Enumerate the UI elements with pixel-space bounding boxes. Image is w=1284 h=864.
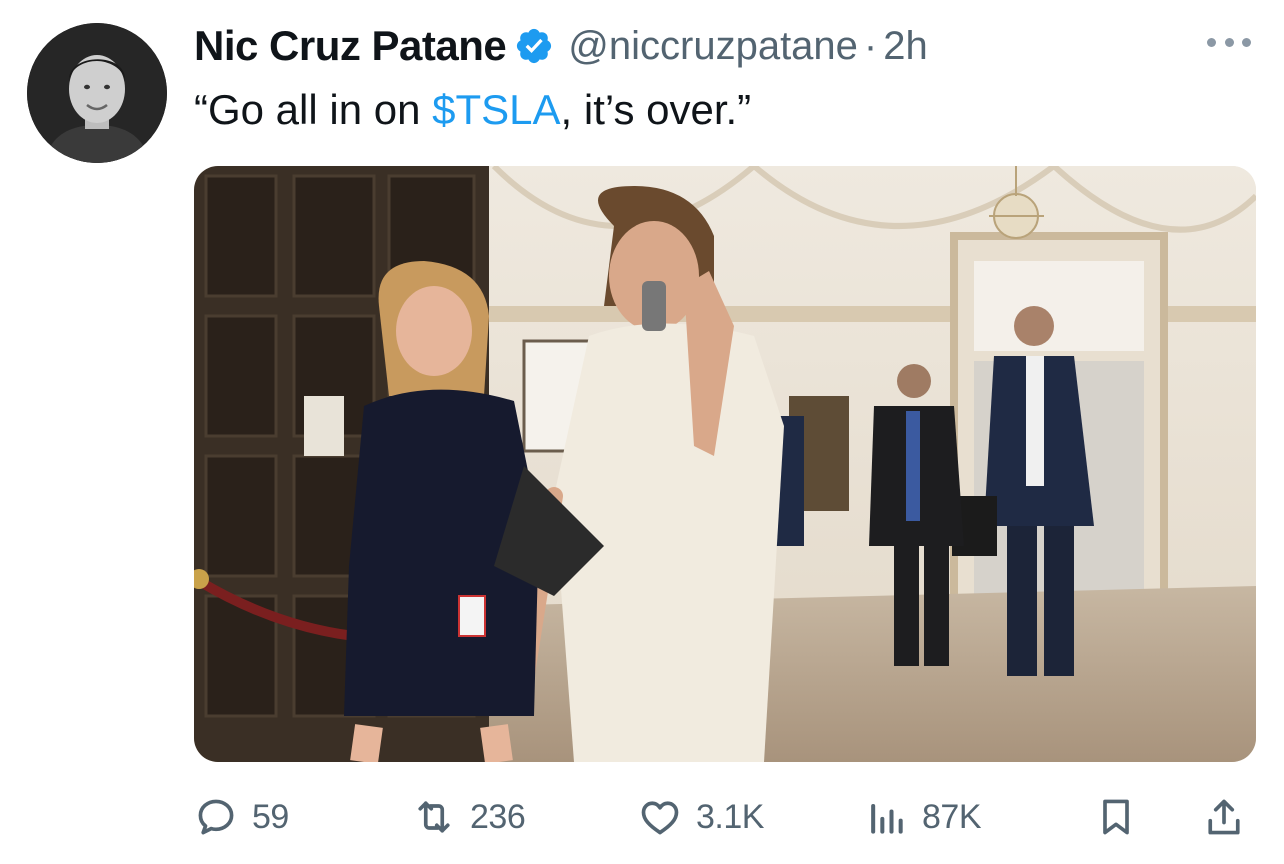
tweet-header: Nic Cruz Patane @niccruzpatane · 2h bbox=[194, 20, 928, 72]
author-name[interactable]: Nic Cruz Patane bbox=[194, 22, 507, 70]
bookmark-button[interactable] bbox=[1094, 790, 1152, 844]
views-chart-icon bbox=[871, 803, 903, 834]
reply-count: 59 bbox=[252, 797, 289, 836]
heart-icon bbox=[641, 801, 679, 835]
tweet-timestamp[interactable]: 2h bbox=[883, 24, 928, 69]
photo-media-icon bbox=[194, 166, 1256, 762]
header-separator: · bbox=[863, 23, 878, 68]
reply-button[interactable]: 59 bbox=[194, 790, 289, 844]
tweet-action-bar: 59 236 3.1K 87K bbox=[194, 790, 1256, 844]
avatar-photo-icon bbox=[27, 23, 167, 163]
tweet-text-start: “Go all in on bbox=[194, 86, 433, 133]
bookmark-icon bbox=[1103, 799, 1129, 835]
more-dot-icon bbox=[1207, 37, 1216, 47]
retweet-button[interactable]: 236 bbox=[412, 790, 526, 844]
retweet-count: 236 bbox=[470, 797, 526, 836]
share-button[interactable] bbox=[1202, 790, 1260, 844]
more-dot-icon bbox=[1242, 37, 1251, 47]
like-count: 3.1K bbox=[696, 797, 764, 836]
reply-icon bbox=[198, 799, 234, 835]
share-icon bbox=[1208, 799, 1240, 835]
like-button[interactable]: 3.1K bbox=[638, 790, 764, 844]
author-avatar[interactable] bbox=[27, 23, 167, 163]
tweet-photo[interactable] bbox=[194, 166, 1256, 762]
view-count: 87K bbox=[922, 797, 982, 836]
cashtag-link[interactable]: $TSLA bbox=[432, 86, 560, 133]
more-options-button[interactable] bbox=[1207, 32, 1251, 52]
views-button[interactable]: 87K bbox=[864, 790, 982, 844]
tweet-text: “Go all in on $TSLA, it’s over.” bbox=[194, 83, 751, 137]
verified-badge-icon[interactable] bbox=[514, 26, 554, 66]
more-dot-icon bbox=[1224, 37, 1234, 47]
tweet-text-end: , it’s over.” bbox=[560, 86, 752, 133]
retweet-icon bbox=[418, 801, 450, 833]
author-handle[interactable]: @niccruzpatane bbox=[568, 24, 858, 69]
